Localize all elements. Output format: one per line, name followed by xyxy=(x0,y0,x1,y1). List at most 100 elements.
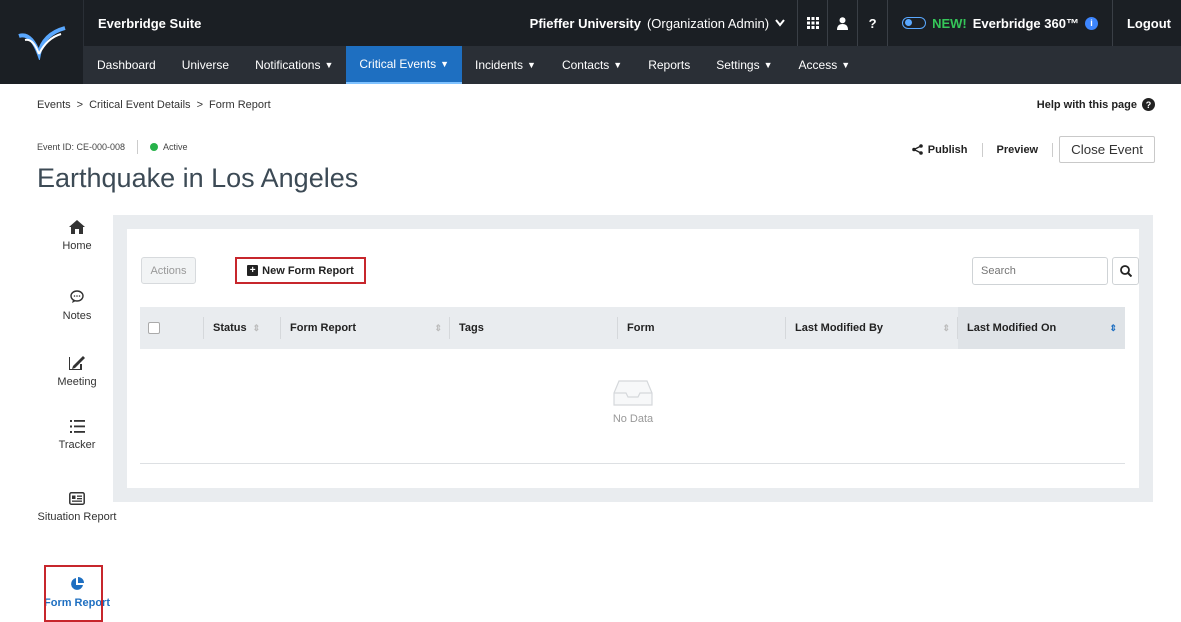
column-label: Last Modified By xyxy=(795,322,884,334)
toggle-icon[interactable] xyxy=(902,17,927,29)
apps-grid-icon[interactable] xyxy=(797,0,827,46)
organization-selector[interactable]: Pfieffer University (Organization Admin) xyxy=(518,0,797,46)
chevron-down-icon: ▼ xyxy=(613,60,623,70)
sidebar-item-situation-report[interactable]: Situation Report xyxy=(37,492,117,523)
divider xyxy=(137,140,139,154)
nav-label: Settings xyxy=(716,58,760,72)
divider xyxy=(1052,142,1054,157)
nav-label: Incidents xyxy=(474,58,524,72)
nav-access[interactable]: Access ▼ xyxy=(786,46,864,84)
close-event-button[interactable]: Close Event xyxy=(1059,136,1155,163)
help-link[interactable]: Help with this page ? xyxy=(1037,98,1155,111)
empty-state: No Data xyxy=(127,379,1139,425)
empty-tray-icon xyxy=(613,380,653,406)
chevron-down-icon: ▼ xyxy=(527,60,536,70)
meeting-icon xyxy=(69,356,85,370)
preview-button[interactable]: Preview xyxy=(983,144,1053,156)
home-icon xyxy=(69,220,85,234)
everbridge-360-toggle[interactable]: NEW! Everbridge 360™ i xyxy=(887,0,1112,46)
table-bottom-border xyxy=(140,463,1125,464)
nav-incidents[interactable]: Incidents ▼ xyxy=(462,46,549,84)
nav-label: Access xyxy=(798,58,838,72)
main-nav: Dashboard Universe Notifications ▼ Critic… xyxy=(84,46,1181,84)
chevron-down-icon: ▼ xyxy=(324,60,334,70)
nav-reports[interactable]: Reports xyxy=(635,46,703,84)
page-title: Earthquake in Los Angeles xyxy=(37,163,359,193)
breadcrumb-separator: > xyxy=(196,99,203,111)
question-circle-icon: ? xyxy=(1142,98,1155,111)
search-icon xyxy=(1119,265,1132,277)
status-dot-icon xyxy=(150,143,159,151)
column-tags: Tags xyxy=(450,307,618,349)
chevron-down-icon: ▼ xyxy=(440,59,449,69)
plus-square-icon: + xyxy=(247,265,259,276)
user-icon[interactable] xyxy=(827,0,857,46)
sidebar-item-label: Meeting xyxy=(57,376,97,388)
nav-label: Contacts xyxy=(561,58,610,72)
help-label: Help with this page xyxy=(1036,98,1137,111)
sort-icon: ⇕ xyxy=(434,322,442,333)
column-label: Last Modified On xyxy=(967,322,1057,334)
event-actions: Publish Preview Close Event xyxy=(898,136,1155,163)
no-data-text: No Data xyxy=(612,413,654,425)
nav-label: Universe xyxy=(181,58,230,72)
top-bar: Everbridge Suite Pfieffer University (Or… xyxy=(0,0,1181,84)
suite-title[interactable]: Everbridge Suite xyxy=(98,16,201,31)
list-icon xyxy=(69,420,85,433)
nav-label: Dashboard xyxy=(97,58,156,72)
help-icon[interactable]: ? xyxy=(857,0,887,46)
chevron-down-icon: ▼ xyxy=(763,60,773,70)
nav-dashboard[interactable]: Dashboard xyxy=(84,46,169,84)
sort-icon: ⇕ xyxy=(252,322,261,333)
sidebar-item-notes[interactable]: Notes xyxy=(37,290,117,322)
nav-label: Notifications xyxy=(255,58,321,72)
new-form-report-button[interactable]: + New Form Report xyxy=(235,257,366,284)
column-label: Form xyxy=(627,322,655,334)
share-icon xyxy=(911,144,923,155)
sidebar-item-label: Notes xyxy=(62,310,92,322)
sort-icon: ⇕ xyxy=(942,322,950,333)
report-card-icon xyxy=(69,492,85,505)
sidebar-item-tracker[interactable]: Tracker xyxy=(37,420,117,451)
table-header: Status ⇕ Form Report ⇕ Tags Form Last Modi… xyxy=(140,307,1125,349)
column-form: Form xyxy=(618,307,786,349)
column-status[interactable]: Status ⇕ xyxy=(204,307,281,349)
event-id: Event ID: CE-000-008 xyxy=(37,142,126,152)
nav-universe[interactable]: Universe xyxy=(169,46,242,84)
everbridge-logo[interactable] xyxy=(0,0,84,84)
form-report-container: Actions + New Form Report Status ⇕ Form R… xyxy=(127,229,1139,488)
chevron-down-icon: ▼ xyxy=(841,60,851,70)
sidebar-item-home[interactable]: Home xyxy=(37,220,117,252)
search-input[interactable] xyxy=(972,257,1108,285)
nav-contacts[interactable]: Contacts ▼ xyxy=(549,46,635,84)
search-button[interactable] xyxy=(1112,257,1139,285)
chevron-down-icon xyxy=(775,19,785,27)
sidebar-item-meeting[interactable]: Meeting xyxy=(37,355,117,388)
product-label: Everbridge 360™ xyxy=(972,15,1079,31)
column-label: Status xyxy=(213,322,247,334)
event-status: Active xyxy=(163,142,188,152)
breadcrumb: Events > Critical Event Details > Form R… xyxy=(37,99,271,111)
nav-critical-events[interactable]: Critical Events ▼ xyxy=(346,46,462,84)
breadcrumb-events[interactable]: Events xyxy=(37,99,71,111)
form-report-highlight xyxy=(44,565,103,622)
nav-label: Critical Events xyxy=(359,57,437,71)
publish-button[interactable]: Publish xyxy=(898,144,982,156)
logout-button[interactable]: Logout xyxy=(1111,0,1181,46)
info-icon[interactable]: i xyxy=(1084,16,1098,30)
form-report-panel: Actions + New Form Report Status ⇕ Form R… xyxy=(113,215,1153,502)
breadcrumb-separator: > xyxy=(76,99,84,111)
breadcrumb-critical-event-details[interactable]: Critical Event Details xyxy=(89,99,190,111)
org-role: (Organization Admin) xyxy=(646,15,770,31)
org-name: Pfieffer University xyxy=(529,15,641,31)
nav-notifications[interactable]: Notifications ▼ xyxy=(242,46,346,84)
column-last-modified-on[interactable]: Last Modified On ⇕ xyxy=(958,307,1125,349)
column-form-report[interactable]: Form Report ⇕ xyxy=(281,307,450,349)
nav-settings[interactable]: Settings ▼ xyxy=(703,46,785,84)
breadcrumb-form-report: Form Report xyxy=(209,99,271,111)
select-all-checkbox[interactable] xyxy=(148,322,160,334)
sidebar-item-label: Situation Report xyxy=(37,511,117,523)
column-last-modified-by[interactable]: Last Modified By ⇕ xyxy=(786,307,958,349)
actions-button[interactable]: Actions xyxy=(141,257,196,284)
chat-bubble-icon xyxy=(70,290,84,303)
